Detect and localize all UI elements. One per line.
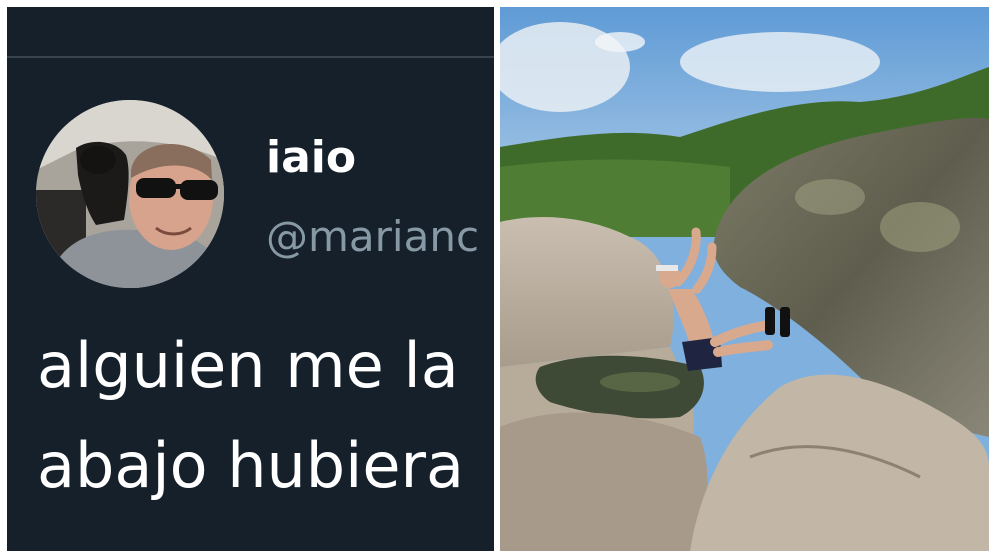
avatar-photo-icon [36, 100, 224, 288]
top-divider [7, 56, 494, 58]
display-name[interactable]: iaio [266, 132, 356, 183]
user-handle[interactable]: @marianc [266, 212, 479, 261]
tweet-text-line-2: abajo hubiera [37, 429, 465, 502]
tweet-text-line-1: alguien me la [37, 329, 459, 402]
avatar[interactable] [36, 100, 224, 288]
photo-panel [500, 7, 989, 551]
tweet-screenshot-panel: iaio @marianc alguien me la abajo hubier… [7, 7, 494, 551]
climber-photo-icon [500, 7, 989, 551]
